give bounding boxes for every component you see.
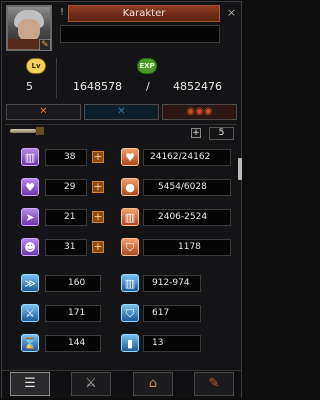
evasion-value: 171 [45,305,101,322]
character-sheet-icon[interactable]: ☰ [10,372,50,396]
mp-orb-icon: ● [121,178,139,196]
critical-value: 13 [143,335,201,352]
portrait-face [18,19,40,41]
edit-pencil-icon[interactable]: ✎ [39,39,51,51]
stat-points-value: 5 [209,127,234,140]
level-badge-icon: Lv [26,58,46,74]
info-icon[interactable]: ! [60,7,67,19]
tab-1[interactable]: ✕ [6,104,81,120]
close-icon[interactable]: × [225,5,238,20]
dexterity-value: 21 [45,209,87,226]
defense-shield-icon: ⛉ [121,238,139,256]
level-exp-panel: Lv 5 EXP 1648578 / 4852476 [6,56,237,100]
speed-icon: ≫ [21,274,39,292]
intelligence-plus-button[interactable]: + [92,241,104,253]
dexterity-plus-button[interactable]: + [92,211,104,223]
magic-defense-value: 617 [143,305,201,322]
exp-separator: / [146,80,150,93]
intelligence-icon: ☻ [21,238,39,256]
points-plus-button[interactable]: + [191,128,201,138]
cast-speed-icon: ⌛ [21,334,39,352]
dexterity-icon: ➤ [21,208,39,226]
intelligence-value: 31 [45,239,87,256]
evasion-icon: ⚔ [21,304,39,322]
defense-value: 1178 [143,239,231,256]
health-icon: ♥ [21,178,39,196]
hp-value: 24162/24162 [143,149,231,166]
cast-speed-value: 144 [45,335,101,352]
guild-icon[interactable]: ⌂ [133,372,173,396]
sword-icon [10,127,44,135]
tab-3[interactable]: ◉◉◉ [162,104,237,120]
window-title: Karakter [68,5,220,22]
skill-scroll-icon[interactable]: ✎ [194,372,234,396]
exp-total: 4852476 [173,80,222,93]
speed-value: 160 [45,275,101,292]
magic-defense-icon: ⛉ [121,304,139,322]
critical-icon: ▮ [121,334,139,352]
level-value: 5 [26,80,33,93]
scrollbar-thumb[interactable] [238,158,242,180]
attack-value: 2406-2524 [143,209,231,226]
health-plus-button[interactable]: + [92,181,104,193]
exp-current: 1648578 [73,80,122,93]
attack-icon: ▥ [121,208,139,226]
exp-badge-icon: EXP [137,58,157,74]
hp-heart-icon: ♥ [121,148,139,166]
character-name-field [60,25,220,43]
divider [5,124,237,125]
strength-icon: ▥ [21,148,39,166]
strength-value: 38 [45,149,87,166]
mp-value: 5454/6028 [143,179,231,196]
health-value: 29 [45,179,87,196]
magic-attack-value: 912-974 [143,275,201,292]
strength-plus-button[interactable]: + [92,151,104,163]
magic-attack-icon: ▥ [121,274,139,292]
crossed-swords-icon[interactable]: ⚔ [71,372,111,396]
tab-2[interactable]: ✕ [84,104,159,120]
